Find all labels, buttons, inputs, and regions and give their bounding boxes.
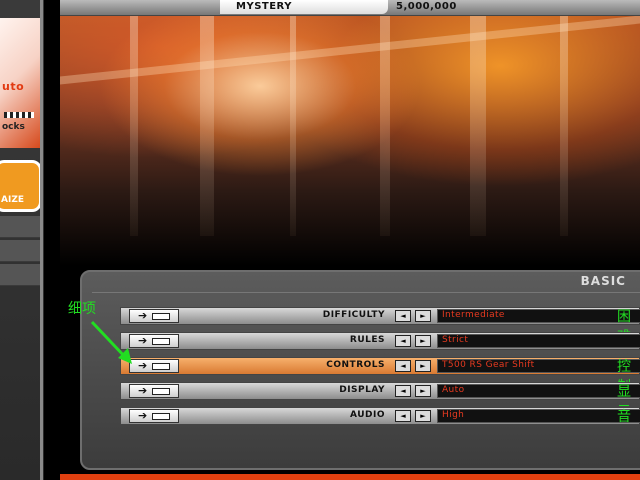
next-option-button[interactable]: ► xyxy=(415,310,431,322)
panel-divider xyxy=(92,292,640,293)
brand-subtext: ocks xyxy=(2,122,25,132)
setting-value-box: Strict xyxy=(437,334,640,348)
light-streak xyxy=(560,16,568,236)
arrow-right-icon: ➔ xyxy=(138,359,148,372)
next-option-button[interactable]: ► xyxy=(415,335,431,347)
prev-option-button[interactable]: ◄ xyxy=(395,335,411,347)
arrow-right-icon: ➔ xyxy=(138,409,148,422)
setting-label: AUDIO xyxy=(350,410,385,420)
setting-value: Strict xyxy=(442,335,469,345)
setting-row-audio[interactable]: ➔ AUDIO ◄ ► High 音 xyxy=(120,407,640,425)
rect-icon xyxy=(152,388,170,395)
panel-title: BASIC xyxy=(580,274,626,288)
credits-value: 5,000,000 xyxy=(396,1,457,12)
light-streak xyxy=(380,16,390,236)
prev-option-button[interactable]: ◄ xyxy=(395,360,411,372)
setting-row-difficulty[interactable]: ➔ DIFFICULTY ◄ ► Intermediate 困难 xyxy=(120,307,640,345)
mystery-label: MYSTERY xyxy=(236,1,292,12)
checker-pattern xyxy=(4,112,34,118)
setting-value-box: High xyxy=(437,409,640,423)
setting-value: High xyxy=(442,410,465,420)
arrow-right-icon: ➔ xyxy=(138,384,148,397)
sidebar-row xyxy=(0,264,42,286)
light-streak xyxy=(290,16,296,236)
setting-label: DISPLAY xyxy=(339,385,385,395)
next-option-button[interactable]: ► xyxy=(415,360,431,372)
light-band xyxy=(60,16,640,85)
setting-value: T500 RS Gear Shift xyxy=(442,360,535,370)
setting-value-box: Intermediate xyxy=(437,309,640,323)
row-select-button[interactable]: ➔ xyxy=(129,409,179,423)
setting-row-display[interactable]: ➔ DISPLAY ◄ ► Auto 显示 xyxy=(120,382,640,420)
sidebar-tab[interactable]: AIZE xyxy=(0,160,42,212)
left-sidebar: uto ocks AIZE xyxy=(0,0,44,480)
setting-row-rules[interactable]: ➔ RULES ◄ ► Strict xyxy=(120,332,640,350)
next-option-button[interactable]: ► xyxy=(415,385,431,397)
annotation-label: 细项 xyxy=(68,301,96,317)
setting-value: Intermediate xyxy=(442,310,505,320)
setting-value-box: Auto xyxy=(437,384,640,398)
setting-value: Auto xyxy=(442,385,465,395)
light-streak xyxy=(130,16,138,236)
row-select-button[interactable]: ➔ xyxy=(129,384,179,398)
light-streak xyxy=(470,16,486,236)
setting-label: RULES xyxy=(349,335,385,345)
prev-option-button[interactable]: ◄ xyxy=(395,310,411,322)
annotation-arrow-icon xyxy=(90,320,132,364)
setting-row-controls[interactable]: ➔ CONTROLS ◄ ► T500 RS Gear Shift 控制 xyxy=(120,357,640,395)
hero-background-art xyxy=(60,16,640,266)
rect-icon xyxy=(152,313,170,320)
arrow-right-icon: ➔ xyxy=(138,334,148,347)
arrow-right-icon: ➔ xyxy=(138,309,148,322)
prev-option-button[interactable]: ◄ xyxy=(395,385,411,397)
prev-option-button[interactable]: ◄ xyxy=(395,410,411,422)
brand-logo-text: uto xyxy=(2,80,25,93)
sidebar-divider xyxy=(40,0,43,480)
sidebar-tab-label: AIZE xyxy=(1,195,24,205)
sidebar-row xyxy=(0,240,42,262)
setting-translation: 音 xyxy=(617,409,631,425)
rect-icon xyxy=(152,363,170,370)
light-streak xyxy=(200,16,214,236)
top-status-bar: MYSTERY 5,000,000 xyxy=(60,0,640,16)
sidebar-row xyxy=(0,216,42,238)
bottom-accent-bar xyxy=(60,474,640,480)
setting-label: DIFFICULTY xyxy=(322,310,385,320)
next-option-button[interactable]: ► xyxy=(415,410,431,422)
setting-label: CONTROLS xyxy=(326,360,385,370)
setting-value-box: T500 RS Gear Shift xyxy=(437,359,640,373)
rect-icon xyxy=(152,338,170,345)
rect-icon xyxy=(152,413,170,420)
